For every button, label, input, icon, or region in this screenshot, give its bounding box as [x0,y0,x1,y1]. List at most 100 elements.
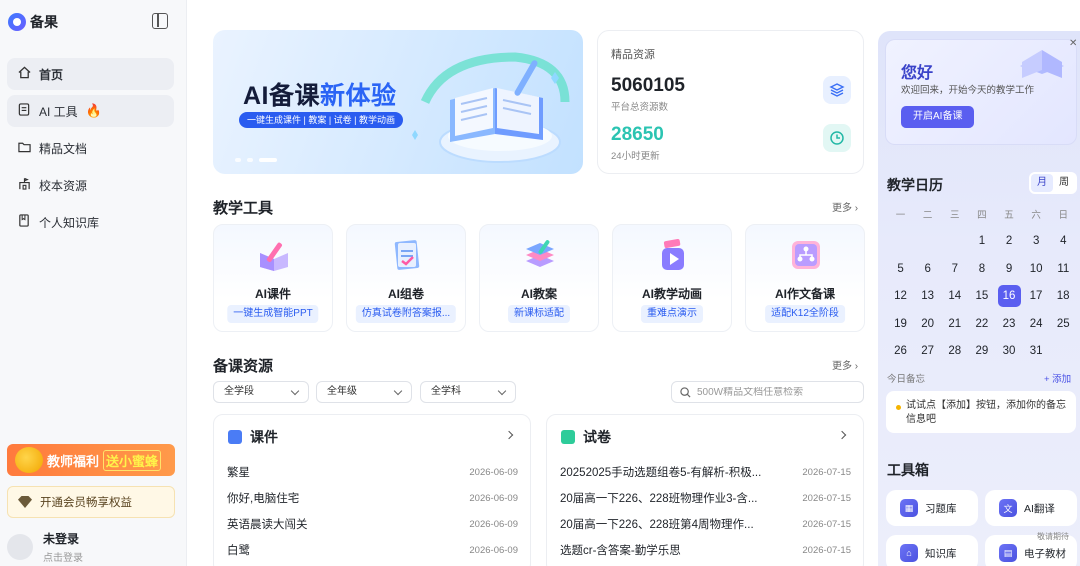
logo[interactable]: 备果 [8,12,58,32]
welcome-card: 您好 欢迎回来，开始今天的教学工作 开启AI备课 [885,39,1077,145]
start-ai-prep-button[interactable]: 开启AI备课 [901,106,975,128]
tool-card-ai-lesson-plan[interactable]: AI教案 新课标适配 [479,224,599,332]
sidebar-item-home[interactable]: 首页 [7,58,174,90]
sidebar-item-ai-tools[interactable]: AI 工具 🔥 [7,95,174,127]
calendar-day[interactable]: 12 [887,290,914,302]
toolbox-knowledge-base[interactable]: ⌂ 知识库 [886,535,978,566]
calendar-day[interactable]: 3 [1023,235,1050,247]
search-icon [680,386,691,398]
list-item[interactable]: 选题cr-含答案-勤学乐思 2026-07-15 [560,537,851,563]
toolbox-ebook[interactable]: ▤ 电子教材 敬请期待 [985,532,1077,566]
document-search[interactable] [671,381,864,403]
courseware-list-header[interactable]: 课件 [228,427,278,447]
resources-summary-card: 精品资源 5060105 平台总资源数 28650 24小时更新 [597,30,864,174]
sidebar-item-school[interactable]: 校本资源 [7,169,174,201]
calendar-day[interactable]: 19 [887,318,914,330]
calendar-day[interactable]: 20 [914,318,941,330]
close-icon[interactable]: ✕ [1069,38,1077,49]
calendar-day[interactable]: 7 [941,263,968,275]
search-input[interactable] [697,386,857,398]
item-date: 2026-07-15 [802,492,851,504]
calendar-day[interactable]: 10 [1023,263,1050,275]
month-view-button[interactable]: 月 [1031,174,1053,192]
calendar-day[interactable]: 18 [1050,290,1077,302]
stage-select[interactable]: 全学段 [213,381,309,403]
memo-add-button[interactable]: + 添加 [1044,371,1071,385]
calendar-day[interactable]: 11 [1050,263,1077,275]
banner-title-main: AI备课 [243,82,321,110]
calendar-day[interactable]: 21 [941,318,968,330]
calendar-day[interactable]: 6 [914,263,941,275]
grade-select[interactable]: 全年级 [316,381,412,403]
carousel-dot[interactable] [235,158,241,162]
toolbox-title: 工具箱 [887,462,929,478]
calendar-day[interactable]: 4 [1050,235,1077,247]
hero-banner[interactable]: AI备课新体验 一键生成课件 | 教案 | 试卷 | 教学动画 [213,30,583,174]
courseware-list-icon [228,430,242,444]
calendar-day[interactable]: 24 [1023,318,1050,330]
tool-card-ai-paper[interactable]: AI组卷 仿真试卷附答案报... [346,224,466,332]
list-item[interactable]: 20届高一下226、228班物理作业3-含... 2026-07-15 [560,485,851,511]
calendar-day[interactable]: 5 [887,263,914,275]
sidebar-item-knowledge[interactable]: 个人知识库 [7,206,174,238]
chevron-right-icon[interactable] [837,430,847,440]
calendar-day[interactable]: 1 [968,235,995,247]
sidebar: 备果 首页 AI 工具 🔥 精品文档 校本资源 个人知识库 教师福利 送小蜜蜂 … [0,0,187,566]
tools-more-link[interactable]: 更多 › [832,199,858,214]
list-item[interactable]: 英语晨读大闯关 2026-06-09 [227,511,518,537]
sidebar-item-documents[interactable]: 精品文档 [7,132,174,164]
calendar-day[interactable]: 2 [996,235,1023,247]
school-icon [17,177,31,193]
more-label: 更多 [832,203,852,214]
calendar-day[interactable]: 14 [941,290,968,302]
carousel-dot[interactable] [247,158,253,162]
toolbox-ai-translate[interactable]: 文 AI翻译 [985,490,1077,526]
sidebar-item-label: 首页 [39,67,64,82]
list-item[interactable]: 你好,电脑住宅 2026-06-09 [227,485,518,511]
list-item[interactable]: 20届高一下226、228班第4周物理作... 2026-07-15 [560,511,851,537]
toolbox-exercise-bank[interactable]: ▦ 习题库 [886,490,978,526]
calendar-day[interactable]: 23 [996,318,1023,330]
calendar-day[interactable]: 17 [1023,290,1050,302]
carousel-dot-active[interactable] [259,158,277,162]
bee-icon [15,447,43,473]
calendar-day[interactable]: 15 [968,290,995,302]
tool-tag: 重难点演示 [641,305,703,323]
user-login[interactable]: 未登录 点击登录 [7,530,83,564]
calendar-day[interactable]: 30 [996,345,1023,357]
calendar-day[interactable]: 22 [968,318,995,330]
papers-list-icon [561,430,575,444]
tool-card-ai-essay[interactable]: AI作文备课 适配K12全阶段 [745,224,865,332]
calendar-day[interactable]: 13 [914,290,941,302]
calendar-day[interactable]: 9 [996,263,1023,275]
papers-list-title: 试卷 [583,429,611,445]
tool-card-ai-courseware[interactable]: AI课件 一键生成智能PPT [213,224,333,332]
list-item[interactable]: 白鹭 2026-06-09 [227,537,518,563]
papers-list-header[interactable]: 试卷 [561,427,611,447]
sidebar-collapse-icon[interactable] [152,13,168,29]
coming-soon-badge: 敬请期待 [1037,532,1069,541]
tool-card-ai-animation[interactable]: AI教学动画 重难点演示 [612,224,732,332]
total-resources-count: 5060105 [611,75,685,96]
resources-more-link[interactable]: 更多 › [832,357,858,372]
calendar-day[interactable]: 28 [941,345,968,357]
calendar-day[interactable]: 8 [968,263,995,275]
calendar-week-row: 19 20 21 22 23 24 25 [887,310,1077,338]
calendar-day[interactable]: 25 [1050,318,1077,330]
book-icon [17,214,31,230]
calendar-weekday: 六 [1031,209,1041,221]
total-resources-label: 平台总资源数 [611,102,669,113]
teacher-promo-banner[interactable]: 教师福利 送小蜜蜂 [7,444,175,476]
calendar-day[interactable]: 27 [914,345,941,357]
list-item[interactable]: 20252025手动选题组卷5-有解析-积极... 2026-07-15 [560,459,851,485]
calendar-day[interactable]: 26 [887,345,914,357]
chevron-right-icon[interactable] [504,430,514,440]
week-view-button[interactable]: 周 [1053,174,1075,192]
calendar-day[interactable]: 29 [968,345,995,357]
calendar-day[interactable]: 31 [1023,345,1050,357]
calendar-day-today[interactable]: 16 [997,285,1021,308]
subject-select[interactable]: 全学科 [420,381,516,403]
list-item[interactable]: 繁星 2026-06-09 [227,459,518,485]
courseware-list-title: 课件 [250,429,278,445]
vip-button[interactable]: 开通会员畅享权益 [7,486,175,518]
